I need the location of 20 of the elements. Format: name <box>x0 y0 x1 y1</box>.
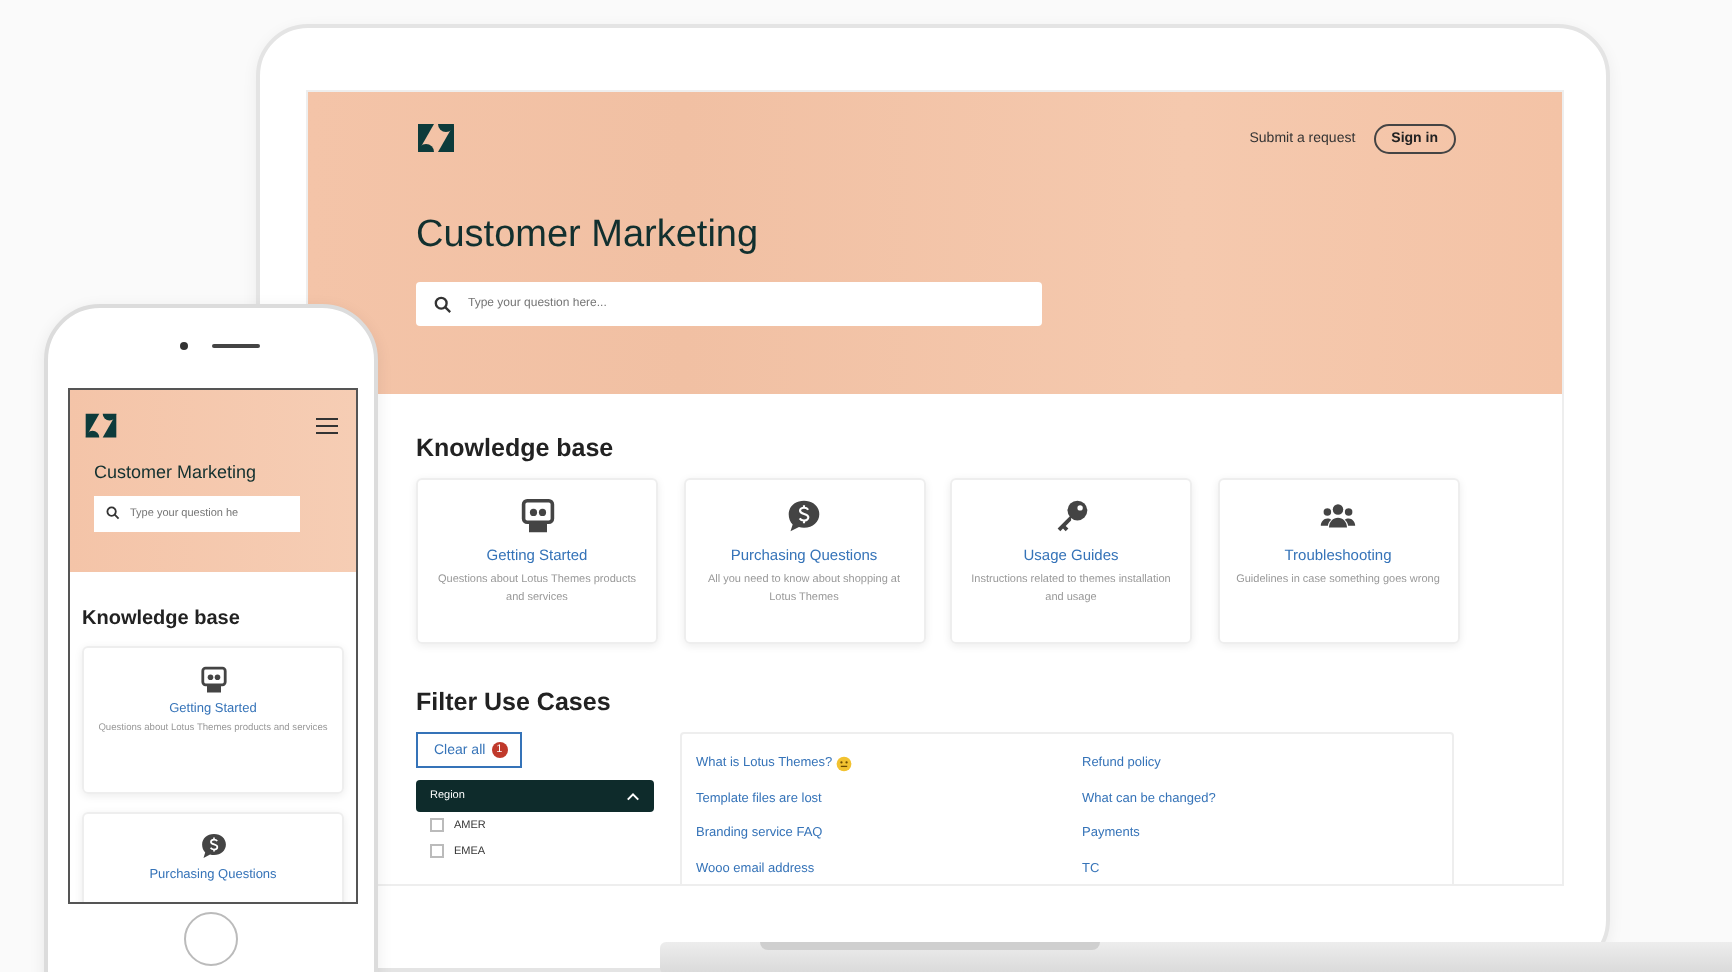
hero-title: Customer Marketing <box>94 461 259 482</box>
dollar-bubble-icon <box>786 498 822 534</box>
chevron-icon <box>626 791 640 801</box>
z-logo-icon[interactable] <box>416 122 456 154</box>
board-icon <box>519 498 555 534</box>
checkbox[interactable] <box>430 818 444 832</box>
section-heading: Knowledge base <box>82 608 242 630</box>
camera-dot <box>179 342 187 350</box>
hero-title: Customer Marketing <box>416 214 761 258</box>
smiley-icon <box>836 755 853 772</box>
board-icon <box>199 666 227 694</box>
z-logo-icon[interactable] <box>84 412 118 440</box>
section-heading: Knowledge base <box>416 434 616 462</box>
search-icon <box>106 506 120 521</box>
key-icon <box>1053 498 1089 534</box>
menu-icon[interactable] <box>316 417 338 434</box>
dollar-bubble-icon <box>199 832 227 860</box>
section-heading: Filter Use Cases <box>416 688 613 716</box>
search-icon <box>434 295 452 313</box>
checkbox[interactable] <box>430 844 444 858</box>
